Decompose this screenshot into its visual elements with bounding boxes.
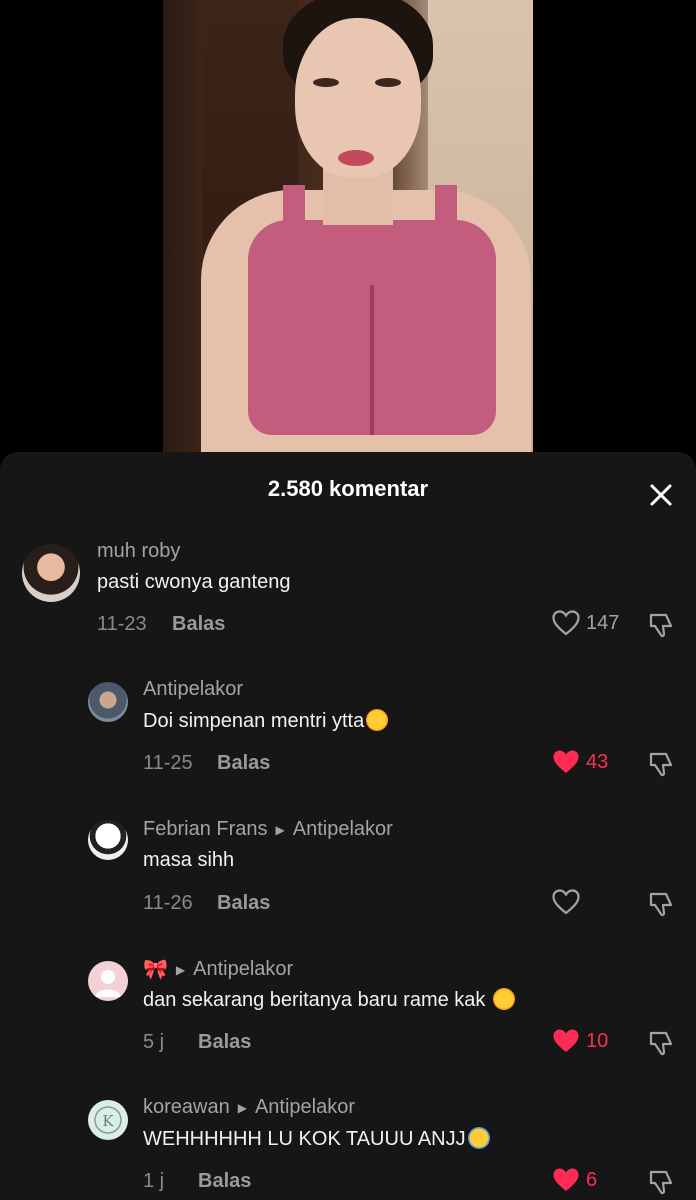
comments-sheet: 2.580 komentar muh roby pasti cwonya gan… — [0, 452, 696, 1200]
comment-text-content: dan sekarang beritanya baru rame kak — [143, 989, 486, 1011]
comment-username[interactable]: Antipelakor — [143, 678, 243, 701]
username-text[interactable]: 🎀 — [143, 957, 168, 982]
like-button[interactable] — [552, 889, 586, 915]
like-count: 6 — [586, 1168, 598, 1191]
comments-count-title: 2.580 komentar — [267, 476, 429, 501]
avatar[interactable]: K — [88, 1100, 128, 1140]
username-text[interactable]: koreawan — [143, 1096, 230, 1119]
avatar[interactable] — [88, 820, 128, 860]
comment-date: 5 j — [143, 1031, 165, 1053]
comment-text: WEHHHHHH LU KOK TAUUU ANJJ — [143, 1127, 490, 1151]
dislike-icon[interactable] — [647, 750, 675, 778]
comment-item: Antipelakor Doi simpenan mentri ytta 11-… — [0, 672, 696, 802]
username-text[interactable]: muh roby — [97, 540, 180, 563]
dislike-icon[interactable] — [647, 890, 675, 918]
comment-username[interactable]: koreawan ▶ Antipelakor — [143, 1096, 355, 1119]
comment-text-content: WEHHHHHH LU KOK TAUUU ANJJ — [143, 1128, 466, 1150]
comment-text-content: Doi simpenan mentri ytta — [143, 710, 365, 732]
like-button[interactable]: 43 — [552, 749, 608, 775]
reply-button[interactable]: Balas — [217, 892, 270, 915]
like-button[interactable]: 6 — [552, 1167, 597, 1193]
username-text[interactable]: Antipelakor — [143, 678, 243, 701]
like-count: 147 — [586, 611, 620, 634]
avatar[interactable] — [22, 544, 80, 602]
default-avatar-icon — [95, 970, 121, 997]
avatar[interactable] — [88, 682, 128, 722]
rofl-emoji-icon — [366, 709, 389, 731]
username-text[interactable]: Febrian Frans — [143, 818, 268, 841]
like-count: 43 — [586, 750, 609, 773]
dislike-icon[interactable] — [647, 1168, 675, 1196]
close-icon[interactable] — [646, 480, 676, 510]
comment-item: Febrian Frans ▶ Antipelakor masa sihh 11… — [0, 812, 696, 942]
comment-text: masa sihh — [143, 849, 235, 871]
reply-button[interactable]: Balas — [198, 1031, 251, 1054]
comment-username[interactable]: 🎀 ▶ Antipelakor — [143, 957, 293, 982]
reply-to-username[interactable]: Antipelakor — [193, 958, 293, 981]
comment-item: K koreawan ▶ Antipelakor WEHHHHHH LU KOK… — [0, 1090, 696, 1200]
comment-date: 11-25 — [143, 752, 193, 774]
heart-icon — [553, 750, 579, 773]
heart-icon — [552, 889, 580, 915]
k-logo-icon: K — [94, 1106, 122, 1134]
comment-item: muh roby pasti cwonya ganteng 11-23 Bala… — [0, 532, 696, 662]
comment-text: dan sekarang beritanya baru rame kak — [143, 988, 515, 1012]
reply-arrow-icon: ▶ — [275, 822, 285, 837]
comment-date: 11-26 — [143, 892, 193, 914]
video-player[interactable] — [0, 0, 696, 460]
upside-down-emoji-icon — [492, 988, 515, 1010]
comment-date: 11-23 — [97, 613, 147, 635]
comment-text: pasti cwonya ganteng — [97, 571, 291, 593]
comment-item: 🎀 ▶ Antipelakor dan sekarang beritanya b… — [0, 951, 696, 1081]
heart-icon — [553, 1029, 579, 1052]
reply-arrow-icon: ▶ — [237, 1100, 247, 1115]
like-button[interactable]: 147 — [552, 610, 619, 636]
dislike-icon[interactable] — [647, 1029, 675, 1057]
reply-button[interactable]: Balas — [198, 1170, 251, 1193]
reply-button[interactable]: Balas — [172, 613, 225, 636]
svg-text:K: K — [102, 1112, 114, 1130]
crying-emoji-icon — [467, 1127, 490, 1149]
heart-icon — [552, 610, 580, 636]
video-frame — [163, 0, 533, 460]
heart-icon — [553, 1168, 579, 1191]
reply-button[interactable]: Balas — [217, 752, 270, 775]
reply-to-username[interactable]: Antipelakor — [255, 1096, 355, 1119]
reply-arrow-icon: ▶ — [175, 962, 186, 977]
comment-username[interactable]: muh roby — [97, 540, 180, 563]
like-button[interactable]: 10 — [552, 1028, 608, 1054]
comment-date: 1 j — [143, 1170, 165, 1192]
comment-username[interactable]: Febrian Frans ▶ Antipelakor — [143, 818, 393, 841]
comment-text: Doi simpenan mentri ytta — [143, 709, 389, 733]
like-count: 10 — [586, 1029, 609, 1052]
dislike-icon[interactable] — [647, 611, 675, 639]
reply-to-username[interactable]: Antipelakor — [293, 818, 393, 841]
avatar[interactable] — [88, 961, 128, 1001]
